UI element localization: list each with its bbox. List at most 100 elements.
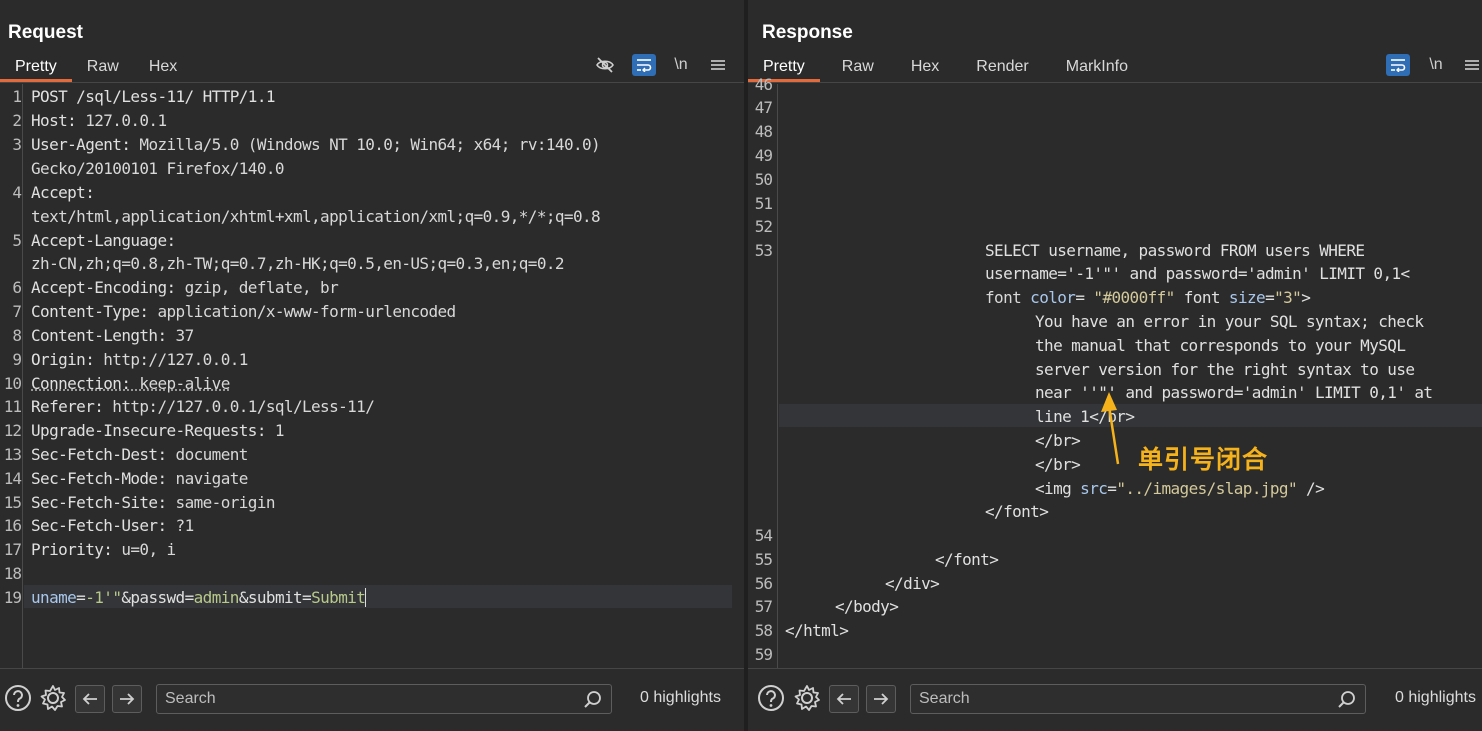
header-name: Referer: bbox=[31, 397, 113, 416]
tab-hex[interactable]: Hex bbox=[134, 56, 192, 82]
header-name: Sec-Fetch-User: bbox=[31, 516, 176, 535]
header-value: http://127.0.0.1/sql/Less-11/ bbox=[112, 397, 375, 416]
bottom-divider bbox=[748, 668, 1482, 669]
gear-icon[interactable] bbox=[38, 683, 68, 713]
request-tabs: Pretty Raw Hex bbox=[0, 56, 192, 82]
arrow-right-icon[interactable] bbox=[866, 685, 896, 713]
code-line: Accept-Encoding: gzip, deflate, br bbox=[31, 278, 339, 297]
header-name: Sec-Fetch-Dest: bbox=[31, 445, 176, 464]
font-close-tag: </font> bbox=[985, 502, 1049, 521]
help-icon[interactable] bbox=[3, 683, 33, 713]
br-tag: </br> bbox=[1035, 455, 1081, 474]
code-line: Sec-Fetch-Mode: navigate bbox=[31, 469, 248, 488]
code-line: text/html,application/xhtml+xml,applicat… bbox=[31, 207, 601, 226]
tab-raw[interactable]: Raw bbox=[820, 56, 889, 82]
header-value: 1 bbox=[274, 421, 285, 440]
param-name: &passwd bbox=[121, 588, 185, 607]
gear-icon[interactable] bbox=[792, 683, 822, 713]
line-number: 19 bbox=[3, 588, 22, 607]
attr-equals: = bbox=[1107, 479, 1117, 498]
code-line: Content-Type: application/x-www-form-url… bbox=[31, 302, 456, 321]
tab-markinfo[interactable]: MarkInfo bbox=[1044, 56, 1143, 82]
search-icon[interactable] bbox=[583, 690, 603, 710]
line-number: 55 bbox=[754, 550, 773, 569]
header-value: same-origin bbox=[175, 493, 276, 512]
line-number: 46 bbox=[754, 75, 773, 94]
line-number: 51 bbox=[754, 194, 773, 213]
code-line: Accept-Language: bbox=[31, 231, 176, 250]
header-name: Accept-Language: bbox=[31, 231, 176, 250]
attr-name: color bbox=[1030, 288, 1076, 307]
tab-divider bbox=[748, 82, 1482, 83]
highlights-count: 0 highlights bbox=[1395, 689, 1476, 706]
newline-icon[interactable]: \n bbox=[669, 54, 693, 76]
wrap-icon[interactable] bbox=[632, 54, 656, 76]
line-number: 13 bbox=[3, 445, 22, 464]
arrow-right-icon[interactable] bbox=[112, 685, 142, 713]
param-equals: = bbox=[184, 588, 195, 607]
newline-icon[interactable]: \n bbox=[1424, 54, 1448, 76]
line-number: 14 bbox=[3, 469, 22, 488]
line-number: 16 bbox=[3, 516, 22, 535]
code-line: Referer: http://127.0.0.1/sql/Less-11/ bbox=[31, 397, 375, 416]
wrap-icon[interactable] bbox=[1386, 54, 1410, 76]
request-editor[interactable]: 1 2 3 4 5 6 7 8 9 10 11 12 13 14 15 16 1… bbox=[0, 84, 744, 668]
header-value: zh-CN,zh;q=0.8,zh-TW;q=0.7,zh-HK;q=0.5,e… bbox=[31, 254, 565, 273]
attr-value: "3" bbox=[1274, 288, 1302, 307]
search-input[interactable] bbox=[165, 689, 565, 709]
tab-pretty[interactable]: Pretty bbox=[0, 56, 72, 82]
code-line: Connection: keep-alive bbox=[31, 374, 230, 393]
header-value: keep-alive bbox=[139, 374, 230, 393]
line-number: 48 bbox=[754, 122, 773, 141]
header-value: 127.0.0.1 bbox=[85, 111, 167, 130]
header-name: Accept: bbox=[31, 183, 95, 202]
code-line: Content-Length: 37 bbox=[31, 326, 194, 345]
eye-slash-icon[interactable] bbox=[593, 54, 617, 76]
bottom-divider bbox=[0, 668, 744, 669]
http-request-line: POST /sql/Less-11/ HTTP/1.1 bbox=[31, 87, 275, 106]
help-icon[interactable] bbox=[756, 683, 786, 713]
header-name: Upgrade-Insecure-Requests: bbox=[31, 421, 275, 440]
line-number: 3 bbox=[12, 135, 22, 154]
search-input[interactable] bbox=[919, 689, 1319, 709]
header-name: Sec-Fetch-Site: bbox=[31, 493, 176, 512]
highlights-count: 0 highlights bbox=[640, 689, 721, 706]
error-message-line: server version for the right syntax to u… bbox=[1035, 360, 1415, 379]
line-number: 15 bbox=[3, 493, 22, 512]
font-close-tag: </font> bbox=[935, 550, 999, 569]
arrow-left-icon[interactable] bbox=[75, 685, 105, 713]
header-value: document bbox=[175, 445, 249, 464]
tab-raw[interactable]: Raw bbox=[72, 56, 134, 82]
line-number: 5 bbox=[12, 231, 22, 250]
menu-icon[interactable] bbox=[1460, 54, 1482, 76]
code-line: Upgrade-Insecure-Requests: 1 bbox=[31, 421, 285, 440]
param-name: uname bbox=[31, 588, 77, 607]
request-body-line[interactable]: uname=-1'"&passwd=admin&submit=Submit bbox=[31, 588, 367, 607]
response-editor[interactable]: 46 47 48 49 50 51 52 53 54 55 56 57 58 5… bbox=[748, 75, 1482, 668]
header-name: Connection: bbox=[31, 374, 140, 393]
code-line: User-Agent: Mozilla/5.0 (Windows NT 10.0… bbox=[31, 135, 601, 154]
arrow-left-icon[interactable] bbox=[829, 685, 859, 713]
header-name: Content-Type: bbox=[31, 302, 158, 321]
menu-icon[interactable] bbox=[706, 54, 730, 76]
html-close-tag: </html> bbox=[785, 621, 849, 640]
search-icon[interactable] bbox=[1337, 690, 1357, 710]
code-line: Priority: u=0, i bbox=[31, 540, 176, 559]
header-name: Accept-Encoding: bbox=[31, 278, 185, 297]
param-value: admin bbox=[193, 588, 240, 607]
attr-value: "../images/slap.jpg" bbox=[1116, 479, 1297, 498]
header-name: Host: bbox=[31, 111, 86, 130]
div-close-tag: </div> bbox=[885, 574, 940, 593]
response-title: Response bbox=[762, 22, 853, 43]
line-number: 4 bbox=[12, 183, 22, 202]
line-number: 53 bbox=[754, 241, 773, 260]
line-number: 11 bbox=[3, 397, 22, 416]
header-value: Gecko/20100101 Firefox/140.0 bbox=[31, 159, 285, 178]
param-equals: = bbox=[76, 588, 86, 607]
attr-equals: = bbox=[1265, 288, 1275, 307]
tab-hex[interactable]: Hex bbox=[889, 56, 954, 82]
header-value: gzip, deflate, br bbox=[184, 278, 339, 297]
tab-render[interactable]: Render bbox=[954, 56, 1043, 82]
header-name: Origin: bbox=[31, 350, 104, 369]
font-tag-line: font color= "#0000ff" font size="3"> bbox=[985, 288, 1311, 307]
